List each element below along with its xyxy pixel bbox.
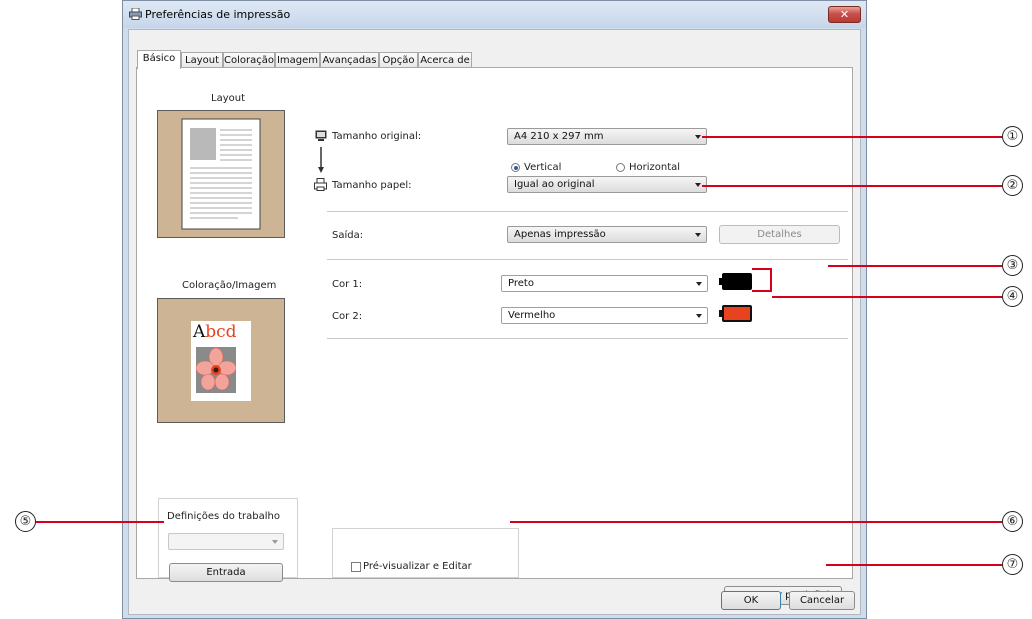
divider bbox=[327, 211, 848, 212]
callout-3: ③ bbox=[1002, 255, 1023, 276]
tab-imagem[interactable]: Imagem bbox=[275, 52, 320, 68]
window-title: Preferências de impressão bbox=[145, 8, 291, 21]
color2-ink-swatch bbox=[722, 305, 752, 322]
paper-printer-icon bbox=[314, 178, 327, 191]
orientation-vertical-radio[interactable] bbox=[511, 163, 520, 172]
callout-line-6 bbox=[510, 521, 1002, 523]
flower-image-icon bbox=[196, 347, 236, 393]
tab-basico[interactable]: Básico bbox=[137, 50, 181, 69]
chevron-down-icon bbox=[695, 233, 701, 237]
color1-select[interactable]: Preto bbox=[501, 275, 708, 292]
callout-bracket-4 bbox=[752, 268, 772, 292]
layout-preview bbox=[157, 110, 285, 238]
color-preview-label: Coloração/Imagem bbox=[182, 280, 277, 291]
tab-opcao[interactable]: Opção bbox=[379, 52, 418, 68]
sample-text-black: A bbox=[193, 322, 206, 342]
paper-size-select[interactable]: Igual ao original bbox=[507, 176, 707, 193]
arrow-down-icon bbox=[318, 147, 324, 173]
job-settings-label: Definições do trabalho bbox=[167, 511, 280, 522]
tab-panel-basico: Layout Coloração/Imagem Abcd Tamanho ori… bbox=[136, 67, 853, 605]
color2-label: Cor 2: bbox=[332, 311, 363, 322]
ok-button[interactable]: OK bbox=[721, 591, 781, 610]
ink-cap bbox=[719, 278, 722, 285]
color-sample-text: Abcd bbox=[193, 323, 237, 341]
orientation-vertical-label: Vertical bbox=[524, 162, 562, 173]
preview-edit-checkbox[interactable] bbox=[351, 562, 361, 572]
chevron-down-icon bbox=[695, 183, 701, 187]
divider bbox=[327, 338, 848, 339]
tab-acerca-de[interactable]: Acerca de bbox=[418, 52, 472, 68]
cancel-button[interactable]: Cancelar bbox=[789, 591, 855, 610]
printer-icon bbox=[129, 8, 142, 20]
original-size-select[interactable]: A4 210 x 297 mm bbox=[507, 128, 707, 145]
preview-edit-group: Pré-visualizar e Editar bbox=[332, 528, 519, 578]
callout-7: ⑦ bbox=[1002, 554, 1023, 575]
title-bar: Preferências de impressão ✕ bbox=[123, 1, 866, 28]
callout-2: ② bbox=[1002, 175, 1023, 196]
callout-5: ⑤ bbox=[15, 511, 36, 532]
callout-1: ① bbox=[1002, 126, 1023, 147]
close-button[interactable]: ✕ bbox=[828, 6, 861, 23]
entry-button[interactable]: Entrada bbox=[169, 563, 283, 582]
callout-line-2 bbox=[702, 185, 1002, 187]
monitor-icon bbox=[315, 130, 327, 141]
sample-text-red: bcd bbox=[205, 322, 237, 342]
output-value: Apenas impressão bbox=[514, 229, 606, 240]
callout-4: ④ bbox=[1002, 286, 1023, 307]
callout-line-5 bbox=[36, 521, 164, 523]
callout-6: ⑥ bbox=[1002, 511, 1023, 532]
print-preferences-window: Preferências de impressão ✕ Básico Layou… bbox=[122, 0, 867, 619]
color2-value: Vermelho bbox=[508, 310, 556, 321]
original-size-value: A4 210 x 297 mm bbox=[514, 131, 604, 142]
original-size-label: Tamanho original: bbox=[332, 131, 422, 142]
color-preview: Abcd bbox=[157, 298, 285, 423]
output-select[interactable]: Apenas impressão bbox=[507, 226, 707, 243]
paper-size-value: Igual ao original bbox=[514, 179, 595, 190]
callout-line-1 bbox=[702, 136, 1002, 138]
callout-line-4 bbox=[772, 296, 1002, 298]
color1-ink-swatch bbox=[722, 273, 752, 290]
page-thumbnail-icon bbox=[181, 118, 261, 230]
job-settings-group: Definições do trabalho Entrada bbox=[158, 498, 298, 582]
color1-label: Cor 1: bbox=[332, 279, 363, 290]
details-button[interactable]: Detalhes bbox=[719, 225, 840, 244]
color-sample-page: Abcd bbox=[191, 321, 251, 401]
output-label: Saída: bbox=[332, 230, 364, 241]
paper-size-label: Tamanho papel: bbox=[332, 180, 412, 191]
color1-value: Preto bbox=[508, 278, 534, 289]
color2-select[interactable]: Vermelho bbox=[501, 307, 708, 324]
divider bbox=[327, 259, 848, 260]
ink-cap bbox=[719, 310, 722, 317]
orientation-horizontal-radio[interactable] bbox=[616, 163, 625, 172]
tab-avancadas[interactable]: Avançadas bbox=[320, 52, 379, 68]
tab-coloracao[interactable]: Coloração bbox=[223, 52, 275, 68]
chevron-down-icon bbox=[695, 135, 701, 139]
layout-preview-label: Layout bbox=[211, 93, 245, 104]
orientation-horizontal-label: Horizontal bbox=[629, 162, 681, 173]
tab-layout[interactable]: Layout bbox=[181, 52, 223, 68]
chevron-down-icon bbox=[696, 282, 702, 286]
chevron-down-icon bbox=[696, 314, 702, 318]
dialog-client-area: Básico Layout Coloração Imagem Avançadas… bbox=[128, 29, 861, 615]
callout-line-3 bbox=[828, 265, 1002, 267]
job-settings-select[interactable] bbox=[168, 533, 284, 550]
chevron-down-icon bbox=[272, 540, 278, 544]
callout-line-7 bbox=[826, 564, 1002, 566]
preview-edit-label: Pré-visualizar e Editar bbox=[363, 561, 472, 572]
